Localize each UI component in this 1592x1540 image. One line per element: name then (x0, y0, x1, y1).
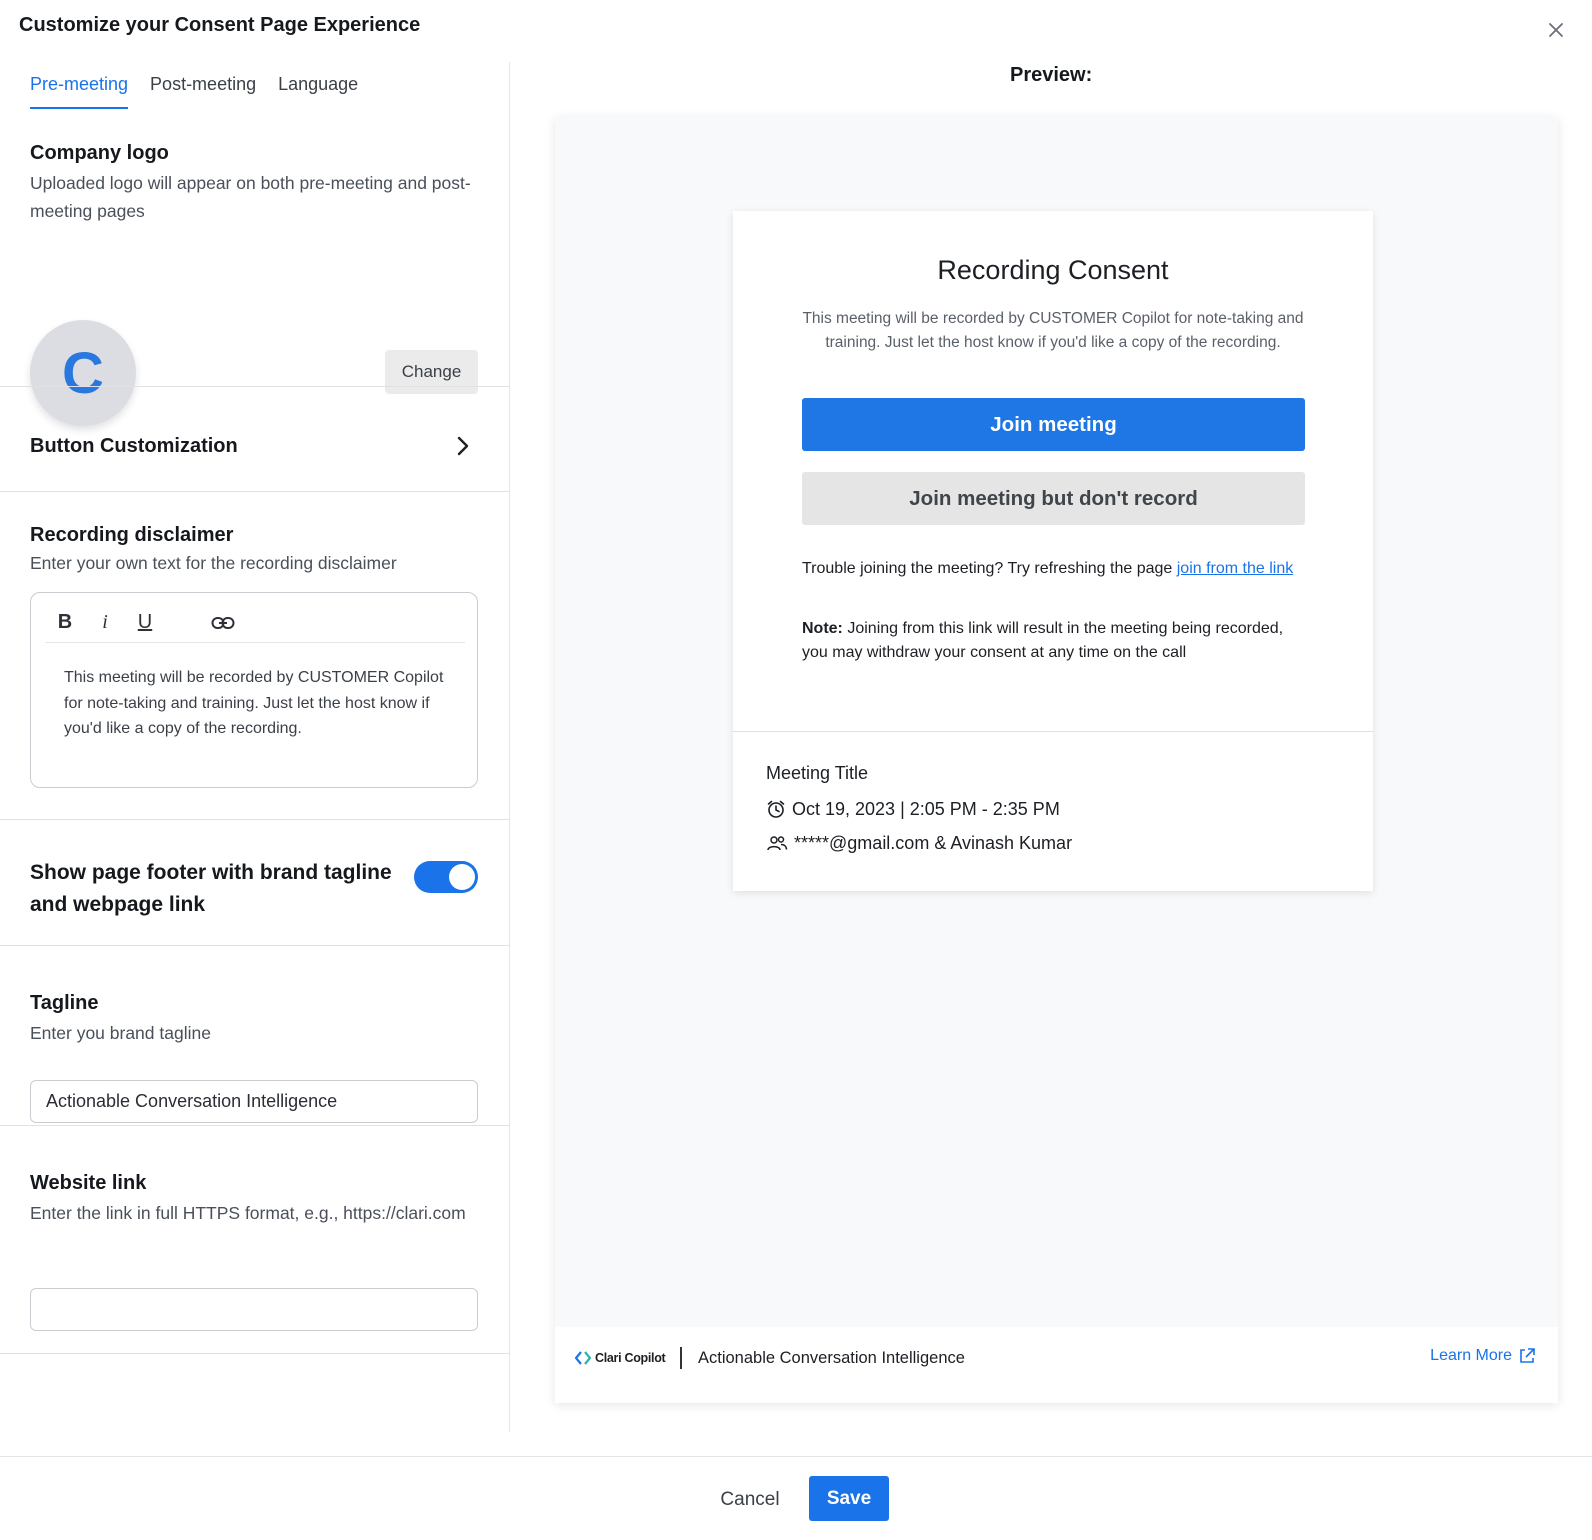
tab-pre-meeting[interactable]: Pre-meeting (30, 74, 129, 109)
join-meeting-button[interactable]: Join meeting (802, 398, 1305, 451)
italic-icon[interactable]: i (85, 608, 125, 638)
learn-more-link[interactable]: Learn More (1430, 1347, 1536, 1365)
footer-toggle-label: Show page footer with brand tagline and … (30, 861, 392, 916)
people-icon (767, 836, 788, 851)
meeting-time-row: Oct 19, 2023 | 2:05 PM - 2:35 PM (766, 792, 1072, 826)
company-logo-subtitle: Uploaded logo will appear on both pre-me… (30, 173, 471, 221)
bottom-divider (0, 1456, 1592, 1457)
preview-footer: Clari Copilot Actionable Conversation In… (555, 1327, 1558, 1403)
recording-disclaimer-section: Recording disclaimer Enter your own text… (30, 524, 480, 788)
meeting-attendees: *****@gmail.com & Avinash Kumar (794, 832, 1073, 853)
modal-title: Customize your Consent Page Experience (19, 14, 421, 36)
company-logo-avatar: C (30, 320, 136, 426)
close-button[interactable] (1544, 18, 1568, 42)
button-customization-title: Button Customization (30, 434, 238, 457)
tagline-subtitle: Enter you brand tagline (30, 1023, 211, 1043)
meeting-attendees-row: *****@gmail.com & Avinash Kumar (766, 826, 1072, 860)
consent-title: Recording Consent (937, 255, 1169, 285)
divider (0, 1353, 510, 1354)
company-logo-section: Company logo Uploaded logo will appear o… (30, 142, 480, 426)
divider (0, 386, 510, 387)
clari-logo-icon (575, 1351, 591, 1365)
divider (0, 1125, 510, 1126)
meeting-info: Meeting Title Oct 19, 2023 | 2:05 PM - 2… (766, 763, 1072, 860)
bold-icon[interactable]: B (45, 608, 85, 638)
divider (0, 491, 510, 492)
brand-logo: Clari Copilot (575, 1351, 666, 1365)
tab-post-meeting[interactable]: Post-meeting (150, 74, 256, 109)
link-icon[interactable] (203, 608, 243, 638)
brand-separator (680, 1347, 682, 1369)
disclaimer-editor[interactable]: B i U This meeting will be recorded by C… (30, 592, 478, 788)
consent-card: Recording Consent This meeting will be r… (733, 211, 1373, 891)
divider (0, 945, 510, 946)
alarm-clock-icon (767, 800, 785, 818)
avatar-letter: C (62, 340, 104, 406)
footer-toggle-switch[interactable] (414, 861, 478, 893)
website-link-input[interactable] (30, 1288, 478, 1331)
tagline-input[interactable]: Actionable Conversation Intelligence (30, 1080, 478, 1123)
join-from-link[interactable]: join from the link (1177, 560, 1294, 577)
brand-name: Clari Copilot (595, 1351, 666, 1365)
company-logo-title: Company logo (30, 142, 169, 164)
website-link-section: Website link Enter the link in full HTTP… (30, 1172, 480, 1331)
recording-disclaimer-subtitle: Enter your own text for the recording di… (30, 553, 397, 573)
chevron-right-icon (457, 436, 469, 456)
tagline-title: Tagline (30, 992, 99, 1014)
consent-description: This meeting will be recorded by CUSTOME… (802, 310, 1304, 351)
cancel-button[interactable]: Cancel (712, 1478, 788, 1522)
learn-more-label: Learn More (1430, 1347, 1512, 1364)
website-link-subtitle: Enter the link in full HTTPS format, e.g… (30, 1203, 466, 1223)
toggle-knob (449, 864, 475, 890)
close-icon (1549, 23, 1563, 37)
recording-disclaimer-title: Recording disclaimer (30, 524, 234, 546)
footer-tagline: Actionable Conversation Intelligence (698, 1349, 965, 1367)
meeting-time: Oct 19, 2023 | 2:05 PM - 2:35 PM (792, 798, 1060, 819)
card-divider (733, 731, 1373, 732)
footer-toggle-row: Show page footer with brand tagline and … (30, 857, 480, 921)
external-link-icon (1520, 1348, 1535, 1363)
preview-label: Preview: (1010, 64, 1093, 86)
note-text: Note: Joining from this link will result… (802, 617, 1307, 665)
note-label: Note: (802, 620, 843, 637)
settings-panel: Pre-meeting Post-meeting Language Compan… (0, 62, 510, 1432)
underline-icon[interactable]: U (125, 608, 165, 638)
button-customization-row[interactable]: Button Customization (30, 430, 470, 462)
editor-toolbar: B i U (45, 603, 465, 643)
tagline-section: Tagline Enter you brand tagline Actionab… (30, 992, 480, 1123)
trouble-text: Trouble joining the meeting? Try refresh… (802, 557, 1307, 581)
meeting-title: Meeting Title (766, 763, 869, 783)
website-link-title: Website link (30, 1172, 147, 1194)
change-logo-button[interactable]: Change (385, 350, 478, 394)
preview-frame: Recording Consent This meeting will be r… (555, 117, 1558, 1403)
join-without-recording-button[interactable]: Join meeting but don't record (802, 472, 1305, 525)
save-button[interactable]: Save (809, 1476, 889, 1521)
disclaimer-text[interactable]: This meeting will be recorded by CUSTOME… (64, 665, 444, 742)
trouble-message: Trouble joining the meeting? Try refresh… (802, 560, 1177, 577)
divider (0, 819, 510, 820)
tab-bar: Pre-meeting Post-meeting Language (30, 74, 358, 109)
tab-language[interactable]: Language (278, 74, 358, 109)
note-message: Joining from this link will result in th… (802, 620, 1284, 661)
